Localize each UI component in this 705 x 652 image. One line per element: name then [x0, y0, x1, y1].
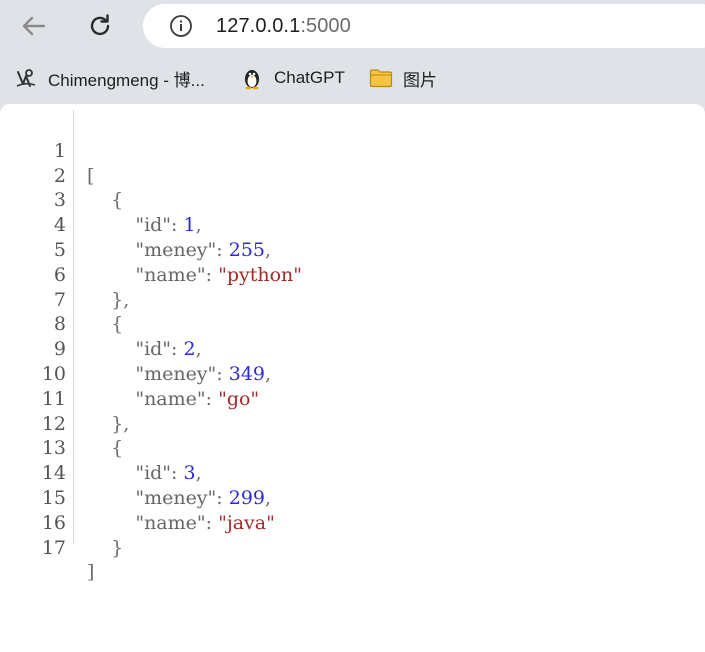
reload-button[interactable] — [84, 10, 116, 42]
json-number: 2 — [183, 338, 196, 361]
code-line: 6 }, — [0, 238, 129, 311]
json-number: 1 — [183, 214, 196, 237]
code-line: 2 { — [0, 139, 123, 212]
code-line: 14 "meney": 299, — [0, 436, 271, 509]
json-key: "id" — [135, 214, 172, 237]
bookmark-label: Chimengmeng - 博... — [48, 70, 205, 90]
code-line: 5 "name": "python" — [0, 213, 302, 286]
code-line: 12 { — [0, 387, 123, 460]
code-text: "name": "go" — [135, 387, 260, 410]
json-number: 3 — [183, 462, 196, 485]
reload-icon — [90, 14, 110, 36]
json-key: "meney" — [135, 362, 217, 385]
code-text: "meney": 255, — [135, 238, 272, 261]
json-number: 255 — [228, 238, 266, 261]
browser-toolbar: 127.0.0.1:5000 — [0, 0, 705, 52]
bookmark-chatgpt[interactable]: ChatGPT — [240, 64, 345, 92]
code-text: } — [111, 536, 124, 559]
url-host: 127.0.0.1 — [216, 15, 301, 37]
code-line: 16 } — [0, 486, 123, 559]
code-text: { — [111, 437, 124, 460]
info-icon[interactable] — [169, 14, 193, 38]
json-key: "meney" — [135, 486, 217, 509]
url-text[interactable]: 127.0.0.1:5000 — [216, 15, 351, 38]
code-text: { — [111, 313, 124, 336]
code-line: 17 ] — [0, 511, 95, 584]
code-text: "meney": 349, — [135, 362, 272, 385]
bookmark-label: 图片 — [403, 70, 437, 90]
code-line: 11 }, — [0, 362, 130, 435]
back-button[interactable] — [18, 10, 50, 42]
code-text: }, — [111, 288, 130, 311]
code-line: 13 "id": 3, — [0, 412, 202, 484]
json-key: "name" — [135, 511, 206, 534]
json-viewer: 1 [ 2 { 3 "id": 1, 4 "meney": 255, 5 "na… — [0, 104, 705, 652]
json-key: "meney" — [135, 238, 217, 261]
line-number-divider — [73, 110, 74, 544]
code-line: 4 "meney": 255, — [0, 188, 271, 261]
code-text: }, — [111, 412, 130, 435]
bookmark-label: ChatGPT — [274, 68, 345, 87]
code-text: "id": 3, — [135, 462, 202, 485]
json-key: "name" — [135, 263, 206, 286]
json-key: "id" — [135, 338, 172, 361]
line-number: 17 — [41, 536, 66, 559]
json-number: 299 — [228, 486, 266, 509]
code-line: 15 "name": "java" — [0, 461, 275, 534]
code-text: ] — [87, 561, 95, 584]
json-string: "go" — [218, 387, 260, 410]
back-arrow-icon — [22, 16, 46, 36]
folder-icon — [369, 66, 393, 90]
blog-logo-icon — [14, 66, 38, 90]
code-line: 10 "name": "go" — [0, 337, 259, 410]
penguin-icon — [240, 66, 264, 90]
code-text: "meney": 299, — [135, 486, 272, 509]
code-line: 9 "meney": 349, — [0, 312, 271, 385]
bookmark-chimengmeng[interactable]: Chimengmeng - 博... — [14, 64, 205, 92]
bookmark-folder-pictures[interactable]: 图片 — [369, 64, 437, 92]
bookmarks-bar: Chimengmeng - 博... ChatGPT 图片 — [0, 58, 705, 98]
code-line: 1 [ — [0, 114, 95, 187]
address-bar[interactable]: 127.0.0.1:5000 — [143, 4, 705, 48]
code-text: "name": "python" — [135, 263, 303, 286]
code-text: "name": "java" — [135, 511, 275, 534]
code-line: 8 "id": 2, — [0, 288, 202, 360]
json-key: "name" — [135, 387, 206, 410]
json-string: "java" — [218, 511, 275, 534]
code-text: "id": 2, — [135, 338, 202, 361]
url-port: :5000 — [300, 15, 351, 37]
code-text: "id": 1, — [135, 214, 202, 237]
json-string: "python" — [218, 263, 303, 286]
code-text: [ — [87, 164, 95, 187]
code-line: 3 "id": 1, — [0, 164, 202, 236]
json-number: 349 — [228, 362, 266, 385]
code-line: 7 { — [0, 263, 123, 336]
json-key: "id" — [135, 462, 172, 485]
json-code: 1 [ 2 { 3 "id": 1, 4 "meney": 255, 5 "na… — [0, 114, 302, 584]
code-text: { — [111, 189, 124, 212]
